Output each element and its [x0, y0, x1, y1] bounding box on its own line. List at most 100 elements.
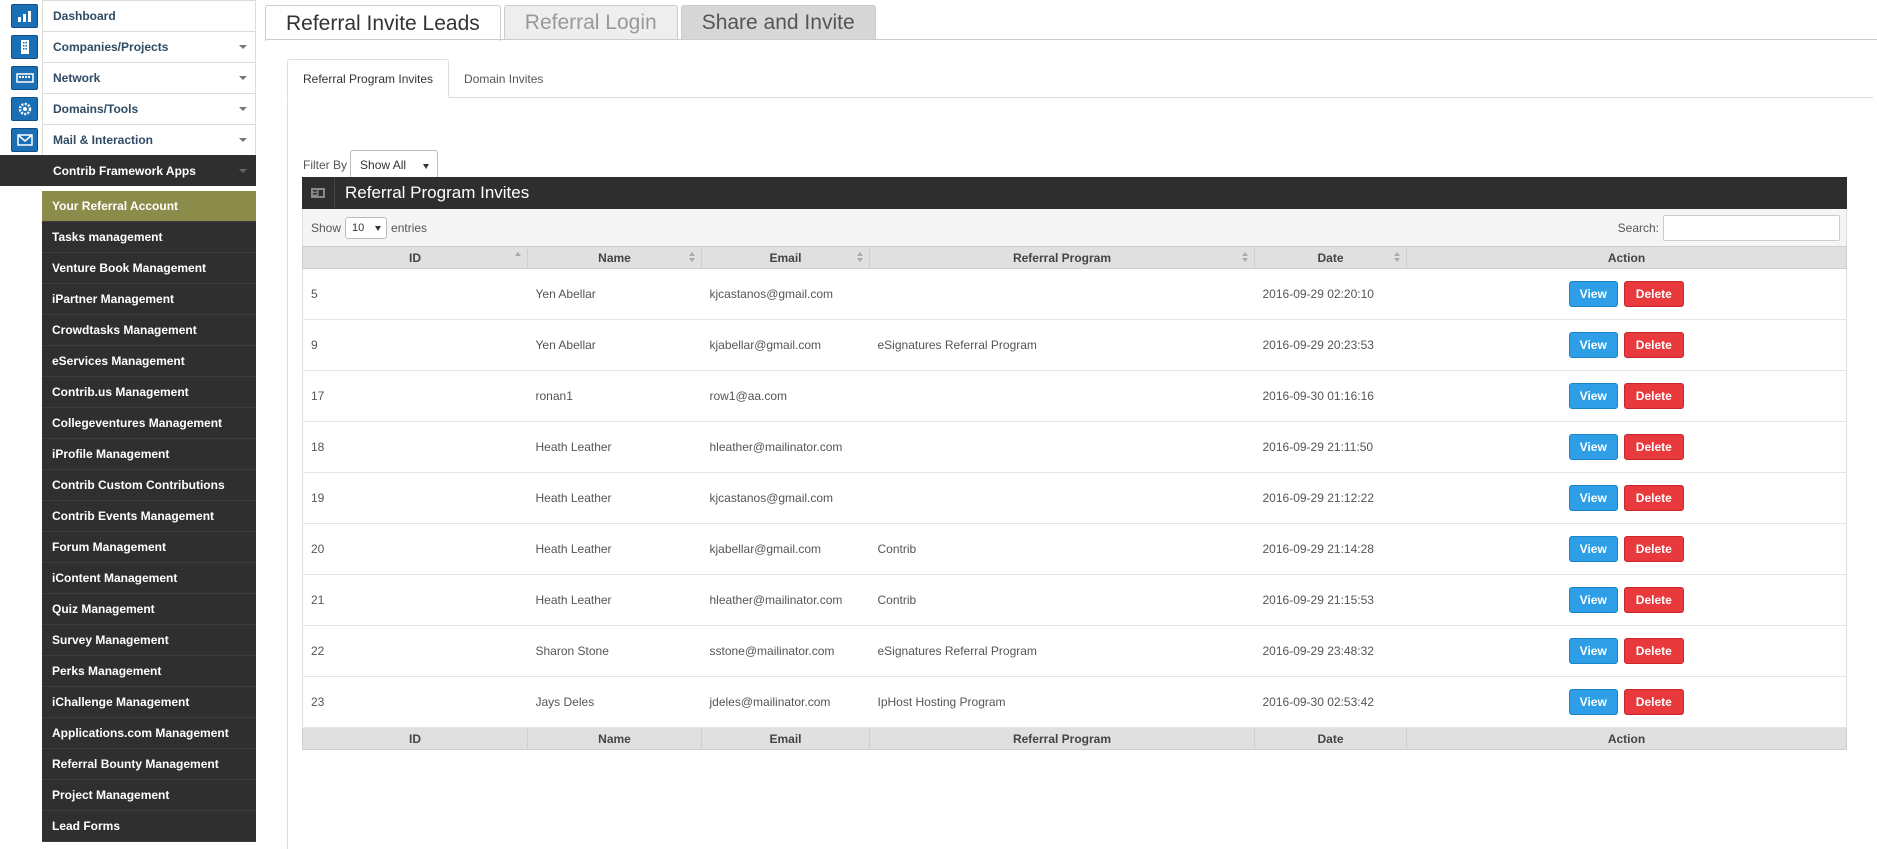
submenu-item-icontent-management[interactable]: iContent Management — [42, 563, 256, 594]
view-button[interactable]: View — [1568, 689, 1618, 715]
submenu-item-contrib-custom-contributions[interactable]: Contrib Custom Contributions — [42, 470, 256, 501]
submenu-item-contrib-us-management[interactable]: Contrib.us Management — [42, 377, 256, 408]
delete-button[interactable]: Delete — [1623, 689, 1684, 715]
delete-button[interactable]: Delete — [1623, 434, 1684, 460]
cell-date: 2016-09-29 23:48:32 — [1254, 625, 1407, 677]
tab-referral-invite-leads[interactable]: Referral Invite Leads — [265, 5, 501, 41]
col-email[interactable]: Email — [701, 246, 870, 269]
submenu-item-quiz-management[interactable]: Quiz Management — [42, 594, 256, 625]
cell-id: 22 — [302, 625, 528, 677]
view-button[interactable]: View — [1568, 485, 1618, 511]
sidebar-row-1: Companies/Projects — [0, 31, 256, 62]
sidebar-dark-band — [0, 155, 42, 186]
cell-program: eSignatures Referral Program — [869, 319, 1255, 371]
sidebar-item-companies-projects[interactable]: Companies/Projects — [42, 31, 256, 62]
cell-action: View Delete — [1406, 523, 1847, 575]
col-name[interactable]: Name — [527, 246, 702, 269]
table-row: 9 Yen Abellar kjabellar@gmail.com eSignatur… — [302, 319, 1847, 371]
filter-value: Show All — [360, 158, 407, 172]
sidebar-item-domains-tools[interactable]: Domains/Tools — [42, 93, 256, 124]
sidebar-item-dashboard[interactable]: Dashboard — [42, 0, 256, 31]
submenu-item-crowdtasks-management[interactable]: Crowdtasks Management — [42, 315, 256, 346]
delete-button[interactable]: Delete — [1623, 332, 1684, 358]
cell-program: IpHost Hosting Program — [869, 676, 1255, 728]
cell-action: View Delete — [1406, 319, 1847, 371]
view-button[interactable]: View — [1568, 383, 1618, 409]
cell-name: Heath Leather — [527, 574, 702, 626]
filter-bar: Filter By Show All — [303, 150, 439, 180]
delete-button[interactable]: Delete — [1623, 383, 1684, 409]
submenu-item-tasks-management[interactable]: Tasks management — [42, 222, 256, 253]
submenu-item-contrib-events-management[interactable]: Contrib Events Management — [42, 501, 256, 532]
sidebar-item-network[interactable]: Network — [42, 62, 256, 93]
col-referral-program[interactable]: Referral Program — [869, 246, 1255, 269]
table-toolbar: Show 10 entries Search: — [302, 209, 1847, 246]
filter-select[interactable]: Show All — [350, 150, 439, 180]
cell-date: 2016-09-29 21:15:53 — [1254, 574, 1407, 626]
foot-email: Email — [701, 727, 870, 750]
delete-button[interactable]: Delete — [1623, 587, 1684, 613]
foot-referral-program: Referral Program — [869, 727, 1255, 750]
sort-icon — [857, 252, 863, 264]
cell-name: Heath Leather — [527, 523, 702, 575]
tab-domain-invites[interactable]: Domain Invites — [449, 59, 558, 98]
sort-icon — [515, 252, 521, 264]
sidebar: Dashboard Companies/Projects Network Domain… — [0, 0, 256, 842]
submenu-item-iprofile-management[interactable]: iProfile Management — [42, 439, 256, 470]
cell-program — [869, 421, 1255, 473]
cell-email: row1@aa.com — [701, 370, 870, 422]
delete-button[interactable]: Delete — [1623, 485, 1684, 511]
sidebar-item-contrib-framework-apps[interactable]: Contrib Framework Apps — [42, 155, 256, 186]
submenu-item-ichallenge-management[interactable]: iChallenge Management — [42, 687, 256, 718]
cell-id: 23 — [302, 676, 528, 728]
submenu-item-perks-management[interactable]: Perks Management — [42, 656, 256, 687]
cell-program: Contrib — [869, 574, 1255, 626]
view-button[interactable]: View — [1568, 281, 1618, 307]
submenu-item-venture-book-management[interactable]: Venture Book Management — [42, 253, 256, 284]
caret-down-icon — [239, 169, 247, 173]
view-button[interactable]: View — [1568, 332, 1618, 358]
cell-email: sstone@mailinator.com — [701, 625, 870, 677]
view-button[interactable]: View — [1568, 587, 1618, 613]
delete-button[interactable]: Delete — [1623, 536, 1684, 562]
tab-share-and-invite[interactable]: Share and Invite — [680, 5, 876, 40]
entries-label: entries — [391, 221, 428, 235]
col-id[interactable]: ID — [302, 246, 528, 269]
foot-name: Name — [527, 727, 702, 750]
submenu-item-lead-forms[interactable]: Lead Forms — [42, 811, 256, 842]
submenu-item-survey-management[interactable]: Survey Management — [42, 625, 256, 656]
table-row: 17 ronan1 row1@aa.com 2016-09-30 01:16:16 Vi… — [302, 370, 1847, 422]
search-input[interactable] — [1663, 215, 1840, 241]
cell-email: kjabellar@gmail.com — [701, 523, 870, 575]
submenu-item-collegeventures-management[interactable]: Collegeventures Management — [42, 408, 256, 439]
table-footer-row: ID Name Email Referral Program Date Acti… — [302, 727, 1847, 750]
search-control: Search: — [1618, 215, 1840, 241]
submenu-item-your-referral-account[interactable]: Your Referral Account — [42, 191, 256, 222]
caret-down-icon — [423, 164, 430, 169]
cell-date: 2016-09-29 21:14:28 — [1254, 523, 1407, 575]
sidebar-row-3: Domains/Tools — [0, 93, 256, 124]
network-icon — [11, 66, 38, 90]
col-action: Action — [1406, 246, 1847, 269]
view-button[interactable]: View — [1568, 434, 1618, 460]
app: Dashboard Companies/Projects Network Domain… — [0, 0, 1877, 849]
submenu-item-applications-com-management[interactable]: Applications.com Management — [42, 718, 256, 749]
view-button[interactable]: View — [1568, 638, 1618, 664]
tab-referral-program-invites[interactable]: Referral Program Invites — [287, 59, 450, 98]
tab-referral-login[interactable]: Referral Login — [503, 5, 678, 40]
cell-name: ronan1 — [527, 370, 702, 422]
col-date[interactable]: Date — [1254, 246, 1407, 269]
submenu-item-referral-bounty-management[interactable]: Referral Bounty Management — [42, 749, 256, 780]
submenu-item-eservices-management[interactable]: eServices Management — [42, 346, 256, 377]
submenu-item-project-management[interactable]: Project Management — [42, 780, 256, 811]
sidebar-item-mail-interaction[interactable]: Mail & Interaction — [42, 124, 256, 155]
cell-program: eSignatures Referral Program — [869, 625, 1255, 677]
view-button[interactable]: View — [1568, 536, 1618, 562]
submenu-item-ipartner-management[interactable]: iPartner Management — [42, 284, 256, 315]
submenu-item-forum-management[interactable]: Forum Management — [42, 532, 256, 563]
cell-id: 9 — [302, 319, 528, 371]
table-header-row: ID Name Email Referral Program Date Acti… — [302, 246, 1847, 269]
entries-select[interactable]: 10 — [345, 217, 388, 239]
delete-button[interactable]: Delete — [1623, 281, 1684, 307]
delete-button[interactable]: Delete — [1623, 638, 1684, 664]
